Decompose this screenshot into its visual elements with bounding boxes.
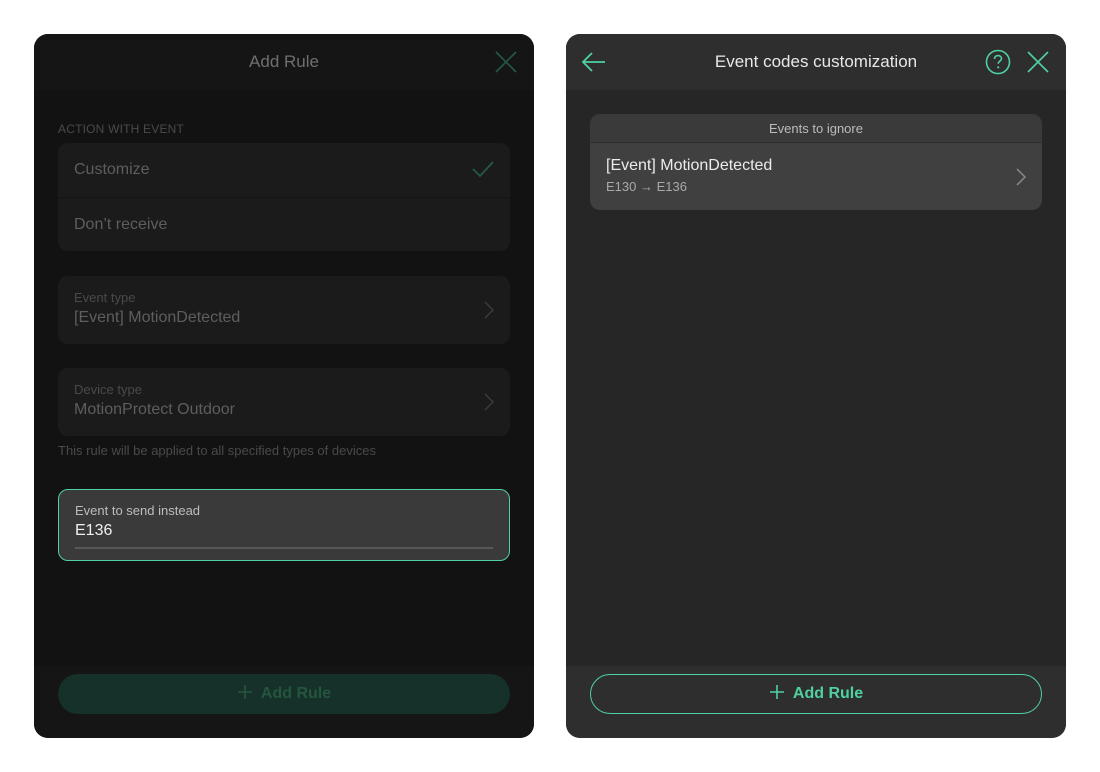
input-underline <box>75 547 493 549</box>
event-codes-title: Event codes customization <box>714 52 918 71</box>
event-to-send-input[interactable]: Event to send instead E136 <box>58 489 510 561</box>
device-type-label: Device type <box>74 382 142 397</box>
device-type-value: MotionProtect Outdoor <box>74 401 235 418</box>
option-customize[interactable]: Customize <box>58 143 510 197</box>
add-rule-title: Add Rule <box>249 52 319 71</box>
event-rule-row[interactable]: [Event] MotionDetected E130 → E136 <box>590 142 1042 210</box>
event-codes-panel: Event codes customization Events to igno… <box>566 34 1066 738</box>
event-type-value: [Event] MotionDetected <box>74 309 241 326</box>
help-icon[interactable] <box>984 48 1012 76</box>
event-type-label: Event type <box>74 290 136 305</box>
add-rule-header: Add Rule <box>34 34 534 90</box>
option-customize-label: Customize <box>74 161 150 178</box>
device-type-field[interactable]: Device type MotionProtect Outdoor <box>58 368 510 436</box>
chevron-right-icon <box>484 301 495 324</box>
event-codes-header: Event codes customization <box>566 34 1066 90</box>
chevron-right-icon <box>1016 168 1027 191</box>
event-rule-mapping: E130 → E136 <box>606 179 687 194</box>
plus-icon <box>769 684 785 705</box>
add-rule-panel: Add Rule ACTION WITH EVENT Customize Don… <box>34 34 534 738</box>
add-rule-submit-button[interactable]: Add Rule <box>58 674 510 714</box>
event-rule-name: [Event] MotionDetected <box>606 157 773 174</box>
event-to-send-value: E136 <box>75 522 113 539</box>
plus-icon <box>237 684 253 705</box>
action-section-label: ACTION WITH EVENT <box>58 122 185 136</box>
device-rule-hint: This rule will be applied to all specifi… <box>58 443 376 458</box>
chevron-right-icon <box>484 393 495 416</box>
add-rule-submit-label: Add Rule <box>260 685 332 702</box>
check-icon <box>472 160 494 183</box>
events-to-ignore-group: Events to ignore [Event] MotionDetected … <box>590 114 1042 210</box>
event-to-send-label: Event to send instead <box>75 503 201 518</box>
add-rule-footer: Add Rule <box>34 666 534 738</box>
close-icon[interactable] <box>1024 48 1052 76</box>
event-codes-footer: Add Rule <box>566 666 1066 738</box>
close-icon[interactable] <box>492 48 520 76</box>
option-dont-receive-label: Don’t receive <box>74 215 168 233</box>
option-dont-receive[interactable]: Don’t receive <box>58 197 510 251</box>
back-arrow-icon[interactable] <box>580 48 608 76</box>
add-rule-button-label: Add Rule <box>792 685 864 702</box>
events-to-ignore-header: Events to ignore <box>590 114 1042 142</box>
action-options: Customize Don’t receive <box>58 143 510 251</box>
event-type-field[interactable]: Event type [Event] MotionDetected <box>58 276 510 344</box>
add-rule-button[interactable]: Add Rule <box>590 674 1042 714</box>
